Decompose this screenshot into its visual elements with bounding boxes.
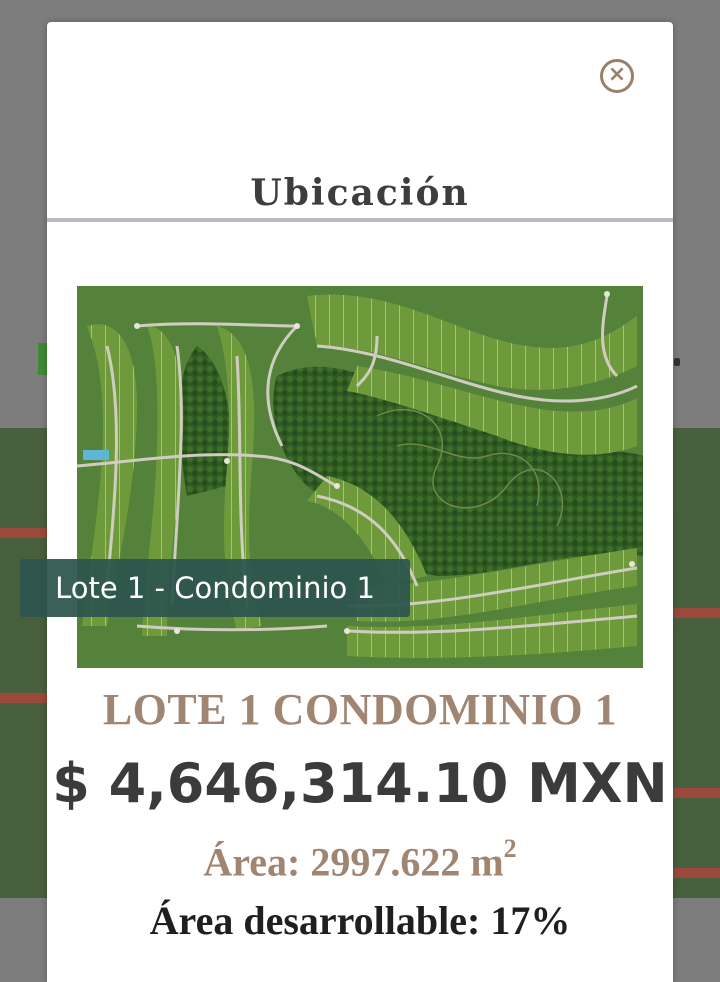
area-unit-exponent: 2 <box>503 834 517 863</box>
background-marker <box>674 358 680 366</box>
background-map-left <box>0 428 48 898</box>
lot-name: LOTE 1 CONDOMINIO 1 <box>102 685 618 734</box>
background-map-right <box>672 428 720 898</box>
lot-price: $ 4,646,314.10 MXN <box>52 752 668 815</box>
lot-tooltip: Lote 1 - Condominio 1 <box>20 559 410 617</box>
modal-title: Ubicación <box>250 172 470 214</box>
header-divider <box>47 218 673 222</box>
location-modal: × Ubicación LOTE 1 CONDOMINIO 1 $ 4,646,… <box>47 22 673 982</box>
developable-area: Área desarrollable: 17% <box>149 898 571 943</box>
lot-area-label: Área: 2997.622 m <box>203 839 504 885</box>
lot-area: Área: 2997.622 m2 <box>47 834 673 885</box>
close-icon: × <box>607 62 627 87</box>
close-button[interactable]: × <box>600 59 634 93</box>
